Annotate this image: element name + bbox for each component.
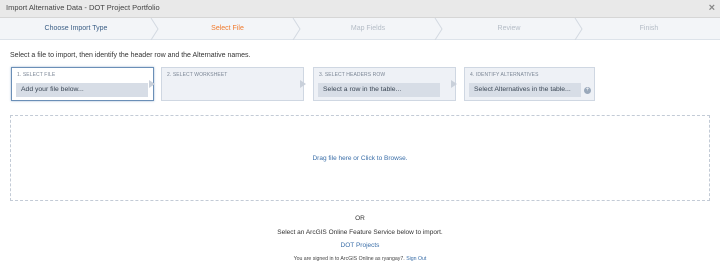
wizard-steps: Choose Import Type Select File Map Field… <box>0 18 720 40</box>
signed-in-prefix: You are signed in to ArcGIS Online as ry… <box>293 256 405 262</box>
instruction-text: Select a file to import, then identify t… <box>10 52 251 59</box>
chevron-right-icon <box>451 80 457 88</box>
panel-identify-alternatives[interactable]: 4. IDENTIFY ALTERNATIVES Select Alternat… <box>464 67 595 101</box>
close-icon[interactable]: × <box>709 1 715 15</box>
panel-label: 2. SELECT WORKSHEET <box>167 72 228 78</box>
panel-label: 1. SELECT FILE <box>17 72 56 78</box>
panel-label: 4. IDENTIFY ALTERNATIVES <box>470 72 539 78</box>
wizard-step-choose-import-type[interactable]: Choose Import Type <box>0 18 152 40</box>
signed-in-text: You are signed in to ArcGIS Online as ry… <box>0 256 720 262</box>
wizard-step-review[interactable]: Review <box>444 18 574 40</box>
wizard-step-finish[interactable]: Finish <box>584 18 714 40</box>
browse-link[interactable]: Drag file here or Click to Browse. <box>11 155 709 162</box>
wizard-separator <box>434 18 443 40</box>
alternatives-field[interactable]: Select Alternatives in the table... <box>469 83 581 97</box>
arcgis-online-text: Select an ArcGIS Online Feature Service … <box>277 229 443 236</box>
wizard-separator <box>574 18 583 40</box>
or-divider: OR <box>355 215 365 222</box>
wizard-separator <box>292 18 301 40</box>
dialog-title: Import Alternative Data - DOT Project Po… <box>6 3 160 12</box>
panel-select-file[interactable]: 1. SELECT FILE Add your file below... <box>11 67 154 101</box>
panel-select-worksheet[interactable]: 2. SELECT WORKSHEET <box>161 67 304 101</box>
chevron-right-icon <box>300 80 306 88</box>
wizard-separator <box>150 18 159 40</box>
dot-projects-link[interactable]: DOT Projects <box>341 242 380 249</box>
wizard-step-select-file[interactable]: Select File <box>160 18 295 40</box>
panel-label: 3. SELECT HEADERS ROW <box>319 72 386 78</box>
panel-select-headers-row[interactable]: 3. SELECT HEADERS ROW Select a row in th… <box>313 67 456 101</box>
headers-row-field[interactable]: Select a row in the table... <box>318 83 440 97</box>
chevron-right-icon <box>149 80 155 88</box>
plus-circle-icon[interactable]: + <box>584 87 591 94</box>
file-field[interactable]: Add your file below... <box>16 83 148 97</box>
dialog-titlebar: Import Alternative Data - DOT Project Po… <box>0 0 720 18</box>
file-drop-zone[interactable]: Drag file here or Click to Browse. <box>10 115 710 201</box>
wizard-step-map-fields[interactable]: Map Fields <box>302 18 434 40</box>
sign-out-link[interactable]: Sign Out <box>406 256 426 262</box>
